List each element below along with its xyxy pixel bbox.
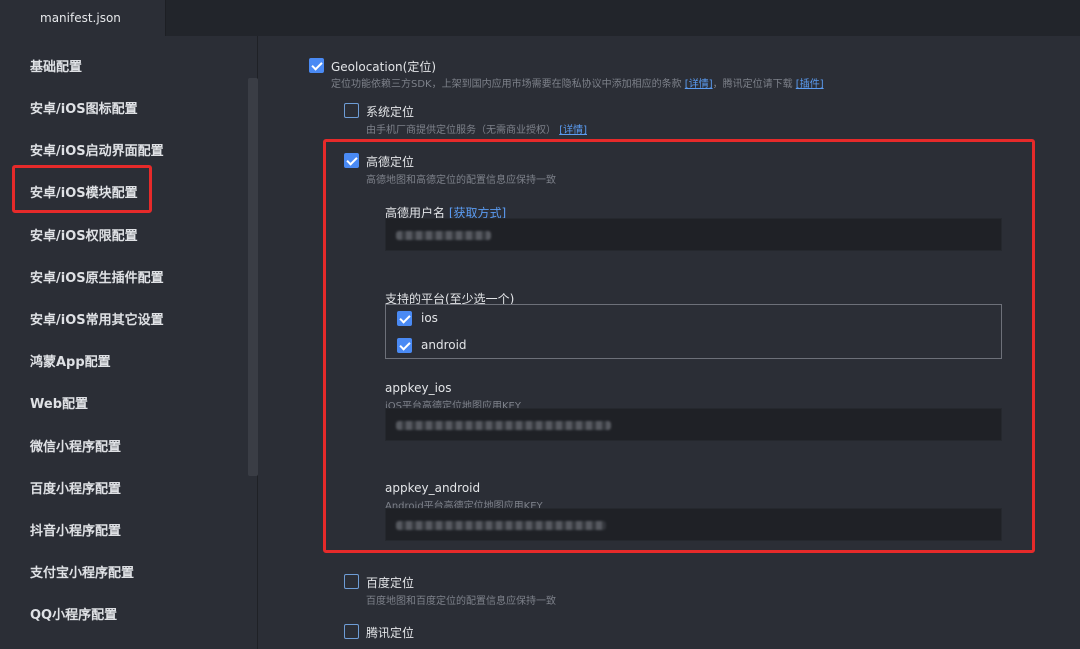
sidebar-item-baidu-mp[interactable]: 百度小程序配置: [30, 478, 121, 497]
sidebar-item-permissions[interactable]: 安卓/iOS权限配置: [30, 225, 138, 244]
system-location-detail-link[interactable]: [详情]: [559, 125, 587, 136]
geolocation-label: Geolocation(定位): [331, 60, 437, 74]
geolocation-detail-link[interactable]: [详情]: [685, 79, 713, 90]
sidebar-item-splash[interactable]: 安卓/iOS启动界面配置: [30, 140, 164, 159]
baidu-location-desc: 百度地图和百度定位的配置信息应保持一致: [366, 596, 556, 607]
settings-sidebar: 基础配置 安卓/iOS图标配置 安卓/iOS启动界面配置 安卓/iOS模块配置 …: [0, 36, 258, 649]
tencent-plugin-link[interactable]: [插件]: [796, 79, 824, 90]
sidebar-item-harmony[interactable]: 鸿蒙App配置: [30, 351, 111, 370]
sidebar-item-douyin-mp[interactable]: 抖音小程序配置: [30, 520, 121, 539]
geolocation-checkbox[interactable]: [309, 58, 324, 73]
sidebar-item-basic[interactable]: 基础配置: [30, 56, 82, 75]
sidebar-item-web[interactable]: Web配置: [30, 393, 88, 412]
sidebar-item-alipay-mp[interactable]: 支付宝小程序配置: [30, 562, 134, 581]
geolocation-desc: 定位功能依赖三方SDK，上架到国内应用市场需要在隐私协议中添加相应的条款 [详情…: [331, 79, 824, 90]
sidebar-scrollbar[interactable]: [248, 78, 258, 476]
sidebar-item-app-icon[interactable]: 安卓/iOS图标配置: [30, 98, 138, 117]
tab-manifest-json[interactable]: manifest.json: [0, 0, 166, 36]
baidu-location-checkbox[interactable]: [344, 574, 359, 589]
amap-section-highlight: [323, 139, 1035, 553]
active-item-highlight: [12, 165, 152, 213]
sidebar-item-other-settings[interactable]: 安卓/iOS常用其它设置: [30, 309, 164, 328]
tab-label: manifest.json: [40, 11, 121, 25]
system-location-label: 系统定位: [366, 105, 415, 119]
tencent-location-checkbox[interactable]: [344, 624, 359, 639]
tencent-location-label: 腾讯定位: [366, 626, 415, 640]
sidebar-item-weixin-mp[interactable]: 微信小程序配置: [30, 436, 121, 455]
system-location-desc: 由手机厂商提供定位服务（无需商业授权） [详情]: [366, 125, 587, 136]
editor-tab-bar: manifest.json: [0, 0, 1080, 36]
sidebar-item-qq-mp[interactable]: QQ小程序配置: [30, 604, 117, 623]
system-location-checkbox[interactable]: [344, 103, 359, 118]
baidu-location-label: 百度定位: [366, 576, 415, 590]
sidebar-item-native-plugins[interactable]: 安卓/iOS原生插件配置: [30, 267, 164, 286]
